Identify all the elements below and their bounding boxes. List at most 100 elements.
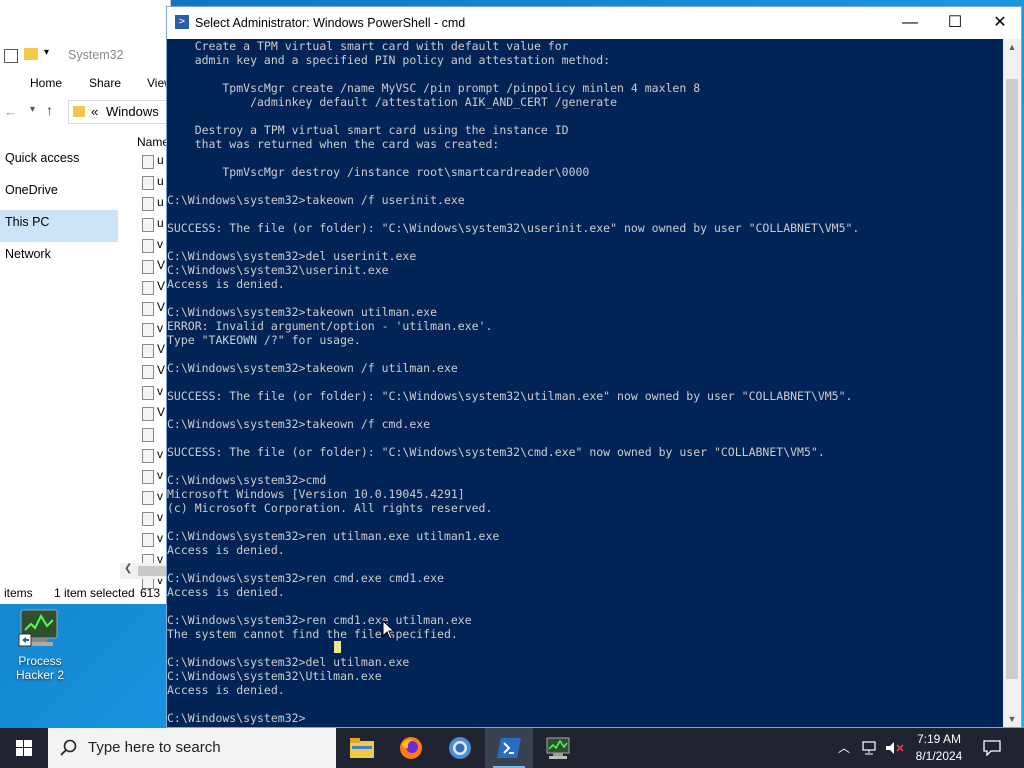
taskbar-chrome[interactable] xyxy=(436,728,484,768)
console-line: C:\Windows\system32>cmd xyxy=(167,473,327,487)
console-line: C:\Windows\system32>takeown /f utilman.e… xyxy=(167,361,458,375)
search-box[interactable]: Type here to search xyxy=(48,728,336,768)
start-button[interactable] xyxy=(0,728,48,768)
file-name[interactable]: V xyxy=(157,279,165,293)
chevron-down-icon[interactable]: ▾ xyxy=(30,104,35,115)
minimize-button[interactable]: — xyxy=(887,7,933,39)
taskbar-powershell[interactable] xyxy=(485,728,533,768)
powershell-window[interactable]: > Select Administrator: Windows PowerShe… xyxy=(166,6,1022,728)
status-size: 613 xyxy=(140,586,161,600)
notification-icon[interactable] xyxy=(983,740,1001,756)
show-hidden-icons[interactable]: ︿ xyxy=(838,728,850,768)
tab-home[interactable]: Home xyxy=(30,76,62,90)
file-name[interactable]: V xyxy=(157,405,165,419)
console-output[interactable]: Create a TPM virtual smart card with def… xyxy=(167,39,1003,727)
nav-item-this-pc[interactable]: This PC xyxy=(0,210,118,242)
scroll-up-icon[interactable]: ▲ xyxy=(1003,39,1021,55)
file-name[interactable]: v xyxy=(157,489,163,503)
console-line: TpmVscMgr destroy /instance root\smartca… xyxy=(167,165,590,179)
file-icon xyxy=(142,428,154,442)
process-hacker-icon xyxy=(546,737,570,759)
file-name[interactable]: v xyxy=(157,237,163,251)
file-icon xyxy=(142,239,154,253)
console-line: The system cannot find the file specifie… xyxy=(167,627,458,641)
file-icon xyxy=(142,386,154,400)
scroll-down-icon[interactable]: ▼ xyxy=(1003,711,1021,727)
volume-muted-icon[interactable] xyxy=(885,741,905,755)
process-hacker-icon xyxy=(18,609,58,647)
scroll-left-icon[interactable]: ❮ xyxy=(124,563,132,574)
dropdown-icon[interactable]: ▾ xyxy=(44,47,49,58)
file-icon xyxy=(142,176,154,190)
console-line: Access is denied. xyxy=(167,543,285,557)
clock[interactable]: 7:19 AM 8/1/2024 xyxy=(910,731,968,765)
address-bar[interactable]: « Windows xyxy=(68,100,180,124)
tab-share[interactable]: Share xyxy=(89,76,121,90)
status-items: items xyxy=(4,586,33,600)
maximize-button[interactable]: ☐ xyxy=(932,7,978,39)
file-name[interactable]: v xyxy=(157,531,163,545)
console-line: SUCCESS: The file (or folder): "C:\Windo… xyxy=(167,389,853,403)
console-line: Access is denied. xyxy=(167,683,285,697)
console-line: C:\Windows\system32>ren cmd1.exe utilman… xyxy=(167,613,472,627)
file-icon xyxy=(142,365,154,379)
file-icon xyxy=(142,491,154,505)
console-line: Microsoft Windows [Version 10.0.19045.42… xyxy=(167,487,465,501)
vertical-scrollbar[interactable]: ▲ ▼ xyxy=(1003,39,1021,727)
file-name[interactable]: V xyxy=(157,342,165,356)
file-explorer-window: ▾ System32 Home Share View ← ▾ ↑ « Windo… xyxy=(0,0,180,604)
file-name[interactable]: u xyxy=(157,195,164,209)
file-name[interactable]: v xyxy=(157,447,163,461)
title-bar[interactable]: > Select Administrator: Windows PowerShe… xyxy=(167,7,1021,39)
nav-item-network[interactable]: Network xyxy=(0,242,118,274)
file-name[interactable]: u xyxy=(157,174,164,188)
file-icon xyxy=(142,155,154,169)
taskbar-file-explorer[interactable] xyxy=(338,728,386,768)
file-icon xyxy=(142,260,154,274)
file-explorer-icon xyxy=(350,738,374,758)
file-name[interactable]: u xyxy=(157,216,164,230)
taskbar-process-hacker[interactable] xyxy=(534,728,582,768)
console-line: C:\Windows\system32>del userinit.exe xyxy=(167,249,417,263)
file-name[interactable]: V xyxy=(157,258,165,272)
back-arrow-icon[interactable]: ← xyxy=(4,104,17,119)
status-bar: items 1 item selected 613 xyxy=(0,584,170,602)
console-line: that was returned when the card was crea… xyxy=(167,137,500,151)
console-line: Access is denied. xyxy=(167,277,285,291)
console-line: Create a TPM virtual smart card with def… xyxy=(167,39,569,53)
chrome-icon xyxy=(449,737,471,759)
file-name[interactable]: v xyxy=(157,510,163,524)
search-placeholder: Type here to search xyxy=(88,739,221,756)
nav-item-onedrive[interactable]: OneDrive xyxy=(0,178,118,210)
horizontal-scrollbar[interactable]: ❮ xyxy=(120,563,170,579)
desktop-icon-process-hacker[interactable]: Process Hacker 2 xyxy=(2,606,78,682)
powershell-icon: > xyxy=(175,15,189,29)
taskbar: Type here to search ︿ 7:19 AM 8/1/2024 xyxy=(0,728,1024,768)
clock-time: 7:19 AM xyxy=(916,732,962,746)
file-name[interactable]: V xyxy=(157,363,165,377)
scroll-thumb[interactable] xyxy=(1006,79,1018,679)
file-name[interactable]: v xyxy=(157,468,163,482)
close-button[interactable]: ✕ xyxy=(977,7,1023,39)
powershell-icon xyxy=(497,738,521,758)
console-line: C:\Windows\system32>ren utilman.exe util… xyxy=(167,529,500,543)
file-icon xyxy=(142,197,154,211)
checkbox-icon[interactable] xyxy=(4,49,18,63)
network-icon[interactable] xyxy=(862,741,880,755)
nav-item-quick-access[interactable]: Quick access xyxy=(0,146,118,178)
file-name[interactable]: V xyxy=(157,300,165,314)
file-name[interactable]: v xyxy=(157,384,163,398)
file-name[interactable]: v xyxy=(157,321,163,335)
taskbar-firefox[interactable] xyxy=(387,728,435,768)
file-name[interactable]: u xyxy=(157,153,164,167)
up-arrow-icon[interactable]: ↑ xyxy=(46,102,53,118)
console-line: admin key and a specified PIN policy and… xyxy=(167,53,611,67)
